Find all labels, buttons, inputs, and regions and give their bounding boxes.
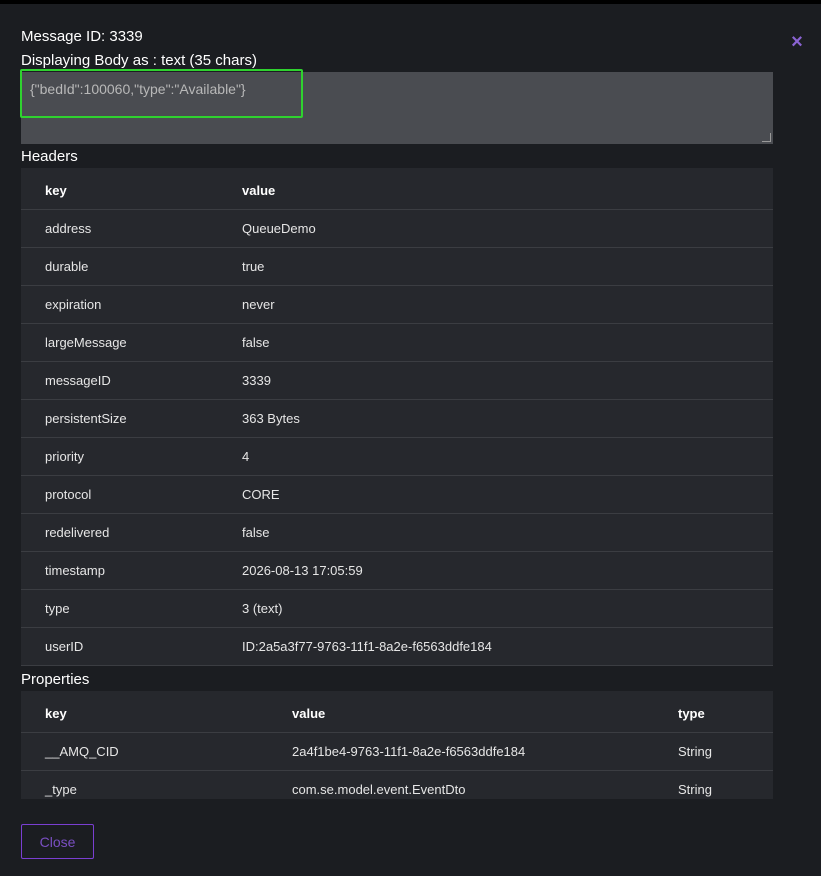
table-row: address QueueDemo bbox=[21, 210, 773, 248]
table-row: _type com.se.model.event.EventDto String bbox=[21, 771, 773, 799]
header-key: messageID bbox=[45, 373, 111, 388]
headers-table-head: key value bbox=[21, 168, 773, 210]
header-value: 3 (text) bbox=[242, 601, 283, 616]
message-id-label: Message ID: 3339 bbox=[21, 28, 143, 45]
table-row: messageID 3339 bbox=[21, 362, 773, 400]
header-key: priority bbox=[45, 449, 85, 464]
table-row: persistentSize 363 Bytes bbox=[21, 400, 773, 438]
header-value: true bbox=[242, 259, 265, 274]
header-value: 2026-08-13 17:05:59 bbox=[242, 563, 363, 578]
property-value: com.se.model.event.EventDto bbox=[292, 782, 466, 797]
table-row: largeMessage false bbox=[21, 324, 773, 362]
header-key: largeMessage bbox=[45, 335, 127, 350]
table-row: type 3 (text) bbox=[21, 590, 773, 628]
property-type: String bbox=[678, 744, 712, 759]
table-row: timestamp 2026-08-13 17:05:59 bbox=[21, 552, 773, 590]
properties-title: Properties bbox=[21, 671, 90, 688]
table-row: __AMQ_CID 2a4f1be4-9763-11f1-8a2e-f6563dd… bbox=[21, 733, 773, 771]
property-type: String bbox=[678, 782, 712, 797]
header-key: expiration bbox=[45, 297, 102, 312]
close-button[interactable]: Close bbox=[21, 824, 94, 859]
header-key: persistentSize bbox=[45, 411, 127, 426]
table-row: protocol CORE bbox=[21, 476, 773, 514]
table-row: durable true bbox=[21, 248, 773, 286]
header-value: false bbox=[242, 335, 270, 350]
header-value: QueueDemo bbox=[242, 221, 316, 236]
resize-handle-icon[interactable] bbox=[762, 133, 771, 142]
properties-col-value: value bbox=[292, 706, 326, 721]
close-icon[interactable]: × bbox=[788, 32, 806, 52]
header-value: 4 bbox=[242, 449, 250, 464]
headers-title: Headers bbox=[21, 148, 78, 165]
header-key: protocol bbox=[45, 487, 92, 502]
header-value: CORE bbox=[242, 487, 280, 502]
headers-col-value: value bbox=[242, 183, 276, 198]
body-highlight-box bbox=[20, 69, 303, 118]
table-row: priority 4 bbox=[21, 438, 773, 476]
header-value: 3339 bbox=[242, 373, 271, 388]
table-row: expiration never bbox=[21, 286, 773, 324]
table-row: redelivered false bbox=[21, 514, 773, 552]
header-key: userID bbox=[45, 639, 84, 654]
headers-table: key value address QueueDemo durable true exp… bbox=[21, 168, 773, 666]
header-value: ID:2a5a3f77-9763-11f1-8a2e-f6563ddfe184 bbox=[242, 639, 492, 654]
header-key: timestamp bbox=[45, 563, 105, 578]
property-value: 2a4f1be4-9763-11f1-8a2e-f6563ddfe184 bbox=[292, 744, 526, 759]
header-key: redelivered bbox=[45, 525, 110, 540]
header-key: address bbox=[45, 221, 92, 236]
property-key: __AMQ_CID bbox=[45, 744, 119, 759]
header-value: 363 Bytes bbox=[242, 411, 300, 426]
header-key: type bbox=[45, 601, 70, 616]
property-key: _type bbox=[45, 782, 77, 797]
properties-col-type: type bbox=[678, 706, 705, 721]
header-value: false bbox=[242, 525, 270, 540]
properties-table-head: key value type bbox=[21, 691, 773, 733]
properties-table[interactable]: key value type __AMQ_CID 2a4f1be4-9763-11… bbox=[21, 691, 773, 799]
header-value: never bbox=[242, 297, 275, 312]
table-row: userID ID:2a5a3f77-9763-11f1-8a2e-f6563dd… bbox=[21, 628, 773, 666]
headers-col-key: key bbox=[45, 183, 67, 198]
body-format-label: Displaying Body as : text (35 chars) bbox=[21, 52, 257, 69]
properties-col-key: key bbox=[45, 706, 67, 721]
header-key: durable bbox=[45, 259, 89, 274]
